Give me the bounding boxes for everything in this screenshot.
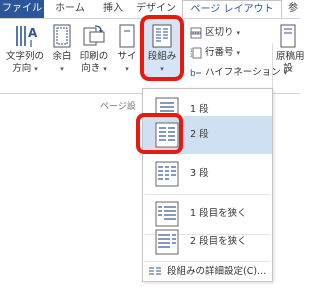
orientation-label-1: 印刷の <box>79 51 109 62</box>
margins-label: 余白 <box>52 51 72 62</box>
menu-divider <box>145 261 270 262</box>
menu-item-label: 2 段目を狭く <box>190 236 247 247</box>
orientation-button[interactable]: 印刷の 向き ▾ <box>78 23 110 75</box>
line-numbers-label: 行番号 <box>205 47 234 58</box>
svg-text:A: A <box>28 26 38 40</box>
tab-page-layout[interactable]: ページ レイアウト <box>182 0 282 19</box>
manuscript-icon <box>280 24 296 48</box>
page-setup-group-label: ページ設 <box>100 102 136 112</box>
margins-icon <box>53 24 71 48</box>
columns-icon <box>152 24 172 48</box>
svg-text:b: b <box>190 69 196 79</box>
menu-item-right-narrow[interactable]: 2 段目を狭く <box>143 223 272 261</box>
breaks-icon <box>190 27 202 38</box>
size-label: サイ <box>117 51 137 62</box>
two-columns-highlight <box>136 113 183 154</box>
breaks-label: 区切り <box>205 27 234 38</box>
three-columns-icon <box>155 161 179 187</box>
size-icon <box>119 24 135 48</box>
chevron-down-icon: ▾ <box>60 65 64 73</box>
tab-file[interactable]: ファイル <box>0 0 44 18</box>
menu-item-three-columns[interactable]: 3 段 <box>143 155 272 193</box>
chevron-down-icon: ▾ <box>160 65 164 73</box>
chevron-down-icon: ▾ <box>236 29 241 37</box>
more-columns-label: 段組みの詳細設定(C)... <box>167 266 267 277</box>
tab-insert[interactable]: 挿入 <box>96 0 130 18</box>
line-numbers-icon: 1 2 <box>190 47 202 58</box>
text-direction-label-1: 文字列の <box>5 51 44 62</box>
columns-label: 段組み <box>147 51 177 62</box>
line-numbers-button[interactable]: 1 2 行番号 ▾ <box>190 44 240 59</box>
size-button[interactable]: サイ ▾ <box>114 23 140 75</box>
manuscript-button[interactable]: 原稿用 設 <box>276 23 305 75</box>
manuscript-label-1: 原稿用 <box>276 51 305 62</box>
menu-item-label: 3 段 <box>190 168 209 179</box>
more-columns-icon <box>149 267 161 275</box>
orientation-icon <box>83 25 105 46</box>
tab-home[interactable]: ホーム <box>50 0 90 18</box>
columns-button[interactable]: 段組み ▾ <box>144 23 180 75</box>
hyphenation-label: ハイフネーション <box>205 67 281 78</box>
menu-item-label: 2 段 <box>190 129 209 140</box>
text-direction-label-2: 方向 <box>12 63 32 74</box>
orientation-label-2: 向き <box>81 63 101 74</box>
chevron-down-icon: ▾ <box>125 65 129 73</box>
ribbon-page-layout: A 文字列の 方向 ▾ 余白 ▾ 印刷の 向き ▾ サイ ▾ 段組み ▾ 区切り… <box>0 18 305 112</box>
text-direction-button[interactable]: A 文字列の 方向 ▾ <box>4 23 46 75</box>
chevron-down-icon: ▾ <box>103 65 107 73</box>
manuscript-label-2: 設 <box>283 63 293 74</box>
tab-references[interactable]: 参 <box>286 0 300 18</box>
svg-text:2: 2 <box>190 53 193 58</box>
text-direction-icon: A <box>16 26 38 47</box>
chevron-down-icon: ▾ <box>34 65 38 73</box>
margins-button[interactable]: 余白 ▾ <box>50 23 74 75</box>
right-narrow-icon <box>155 229 179 255</box>
chevron-down-icon: ▾ <box>236 49 241 57</box>
more-columns-button[interactable]: 段組みの詳細設定(C)... <box>143 263 272 281</box>
hyphenation-icon: b <box>190 69 201 79</box>
breaks-button[interactable]: 区切り ▾ <box>190 24 240 39</box>
